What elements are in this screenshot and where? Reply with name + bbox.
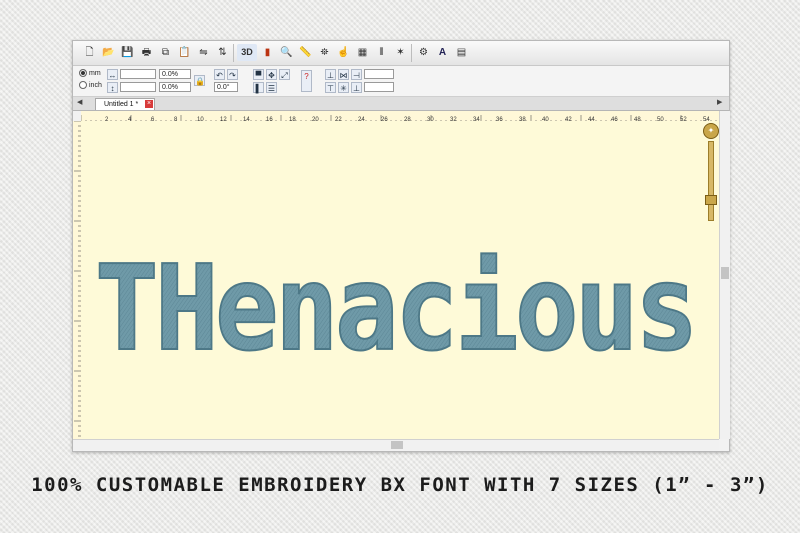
- align-bottom-icon[interactable]: ⊤: [325, 82, 336, 93]
- zoom-slider-handle[interactable]: [705, 195, 717, 205]
- zoom-slider[interactable]: ✦: [703, 123, 719, 223]
- save-icon[interactable]: 💾: [119, 44, 136, 61]
- height-percent-input[interactable]: 0.0%: [159, 82, 191, 92]
- tab-scroll-right-icon[interactable]: ▶: [717, 98, 722, 106]
- rotation-input[interactable]: 0.0°: [214, 82, 238, 92]
- align-left-icon[interactable]: ▌: [253, 82, 264, 93]
- design-text[interactable]: THenacious: [94, 238, 700, 378]
- vertical-scrollbar[interactable]: [719, 111, 730, 439]
- rotate-left-icon[interactable]: ↶: [214, 69, 225, 80]
- unit-mm-label: mm: [89, 69, 101, 77]
- center-icon[interactable]: ✥: [266, 69, 277, 80]
- align-x-input[interactable]: [364, 69, 394, 79]
- mirror-horizontal-icon[interactable]: ⇋: [195, 44, 212, 61]
- tab-label: Untitled 1 *: [104, 101, 139, 108]
- toolbar-separator: [411, 44, 412, 62]
- compass-icon[interactable]: ✦: [703, 123, 719, 139]
- paste-icon[interactable]: 📋: [176, 44, 193, 61]
- expand-icon[interactable]: ⤢: [279, 69, 290, 80]
- new-file-icon[interactable]: 🗋: [81, 44, 98, 61]
- vertical-scroll-thumb[interactable]: [721, 267, 729, 279]
- toolbar-separator: [233, 44, 234, 62]
- width-input[interactable]: [120, 69, 156, 79]
- mirror-vertical-icon[interactable]: ⇅: [214, 44, 231, 61]
- unit-mm-radio[interactable]: mm: [79, 69, 101, 77]
- open-folder-icon[interactable]: 📂: [100, 44, 117, 61]
- align-right-icon[interactable]: ⊣: [351, 69, 362, 80]
- horizontal-scroll-thumb[interactable]: [391, 441, 403, 449]
- zoom-icon[interactable]: 🔍: [278, 44, 295, 61]
- properties-toolbar: mm inch ↔ ↕ 0.0% 0.0% 🔒 ↶ ↷ 0.0° ▀ ✥ ⤢ ▌…: [73, 66, 729, 97]
- network-icon[interactable]: ✶: [392, 44, 409, 61]
- align-y-input[interactable]: [364, 82, 394, 92]
- document-tabbar: ◀ Untitled 1 * × ▶: [73, 97, 729, 111]
- align-vertical-icon[interactable]: ⊥: [325, 69, 336, 80]
- monogram-icon[interactable]: ▤: [453, 44, 470, 61]
- thread-spools-icon[interactable]: ⫴: [373, 44, 390, 61]
- software-window: 🗋 📂 💾 🖶 ⧉ 📋 ⇋ ⇅ 3D ▮ 🔍 📏 ⛯ ☝ ▦ ⫴ ✶ ⚙ A ▤ mm inch ↔ ↕ 0.0% 0…: [72, 40, 730, 452]
- zoom-slider-track[interactable]: [708, 141, 714, 221]
- select-hand-icon[interactable]: ☝: [335, 44, 352, 61]
- align-base-icon[interactable]: ⊥: [351, 82, 362, 93]
- measure-ruler-icon[interactable]: 📏: [297, 44, 314, 61]
- embroidery-design: THenacious: [94, 238, 700, 378]
- design-canvas[interactable]: THenacious ✦: [81, 121, 719, 439]
- vertical-ruler-ticks: [74, 120, 81, 437]
- width-percent-input[interactable]: 0.0%: [159, 69, 191, 79]
- hoop-icon[interactable]: ⛯: [316, 44, 333, 61]
- rotate-right-icon[interactable]: ↷: [227, 69, 238, 80]
- unit-inch-radio[interactable]: inch: [79, 81, 102, 89]
- print-icon[interactable]: 🖶: [138, 44, 155, 61]
- height-input[interactable]: [120, 82, 156, 92]
- align-top-icon[interactable]: ▀: [253, 69, 264, 80]
- promo-caption: 100% CUSTOMABLE EMBROIDERY BX FONT WITH …: [31, 474, 769, 496]
- view-3d-button[interactable]: 3D: [237, 44, 257, 61]
- distribute-icon[interactable]: ☰: [266, 82, 277, 93]
- help-icon[interactable]: ?: [301, 70, 312, 92]
- main-toolbar: 🗋 📂 💾 🖶 ⧉ 📋 ⇋ ⇅ 3D ▮ 🔍 📏 ⛯ ☝ ▦ ⫴ ✶ ⚙ A ▤: [73, 41, 729, 66]
- color-settings-icon[interactable]: ⚙: [415, 44, 432, 61]
- radio-unselected-icon: [79, 81, 87, 89]
- lock-icon[interactable]: 🔒: [194, 75, 205, 86]
- copy-icon[interactable]: ⧉: [157, 44, 174, 61]
- width-arrows-icon: ↔: [107, 69, 118, 80]
- tab-close-icon[interactable]: ×: [145, 100, 153, 108]
- color-bars-icon[interactable]: ▮: [259, 44, 276, 61]
- radio-selected-icon: [79, 69, 87, 77]
- properties-icon[interactable]: ▦: [354, 44, 371, 61]
- unit-inch-label: inch: [89, 81, 102, 89]
- align-middle-icon[interactable]: ⋈: [338, 69, 349, 80]
- height-arrows-icon: ↕: [107, 82, 118, 93]
- tab-scroll-left-icon[interactable]: ◀: [77, 98, 82, 106]
- align-cross-icon[interactable]: ✳: [338, 82, 349, 93]
- horizontal-scrollbar[interactable]: [73, 439, 719, 450]
- text-tool-icon[interactable]: A: [434, 44, 451, 61]
